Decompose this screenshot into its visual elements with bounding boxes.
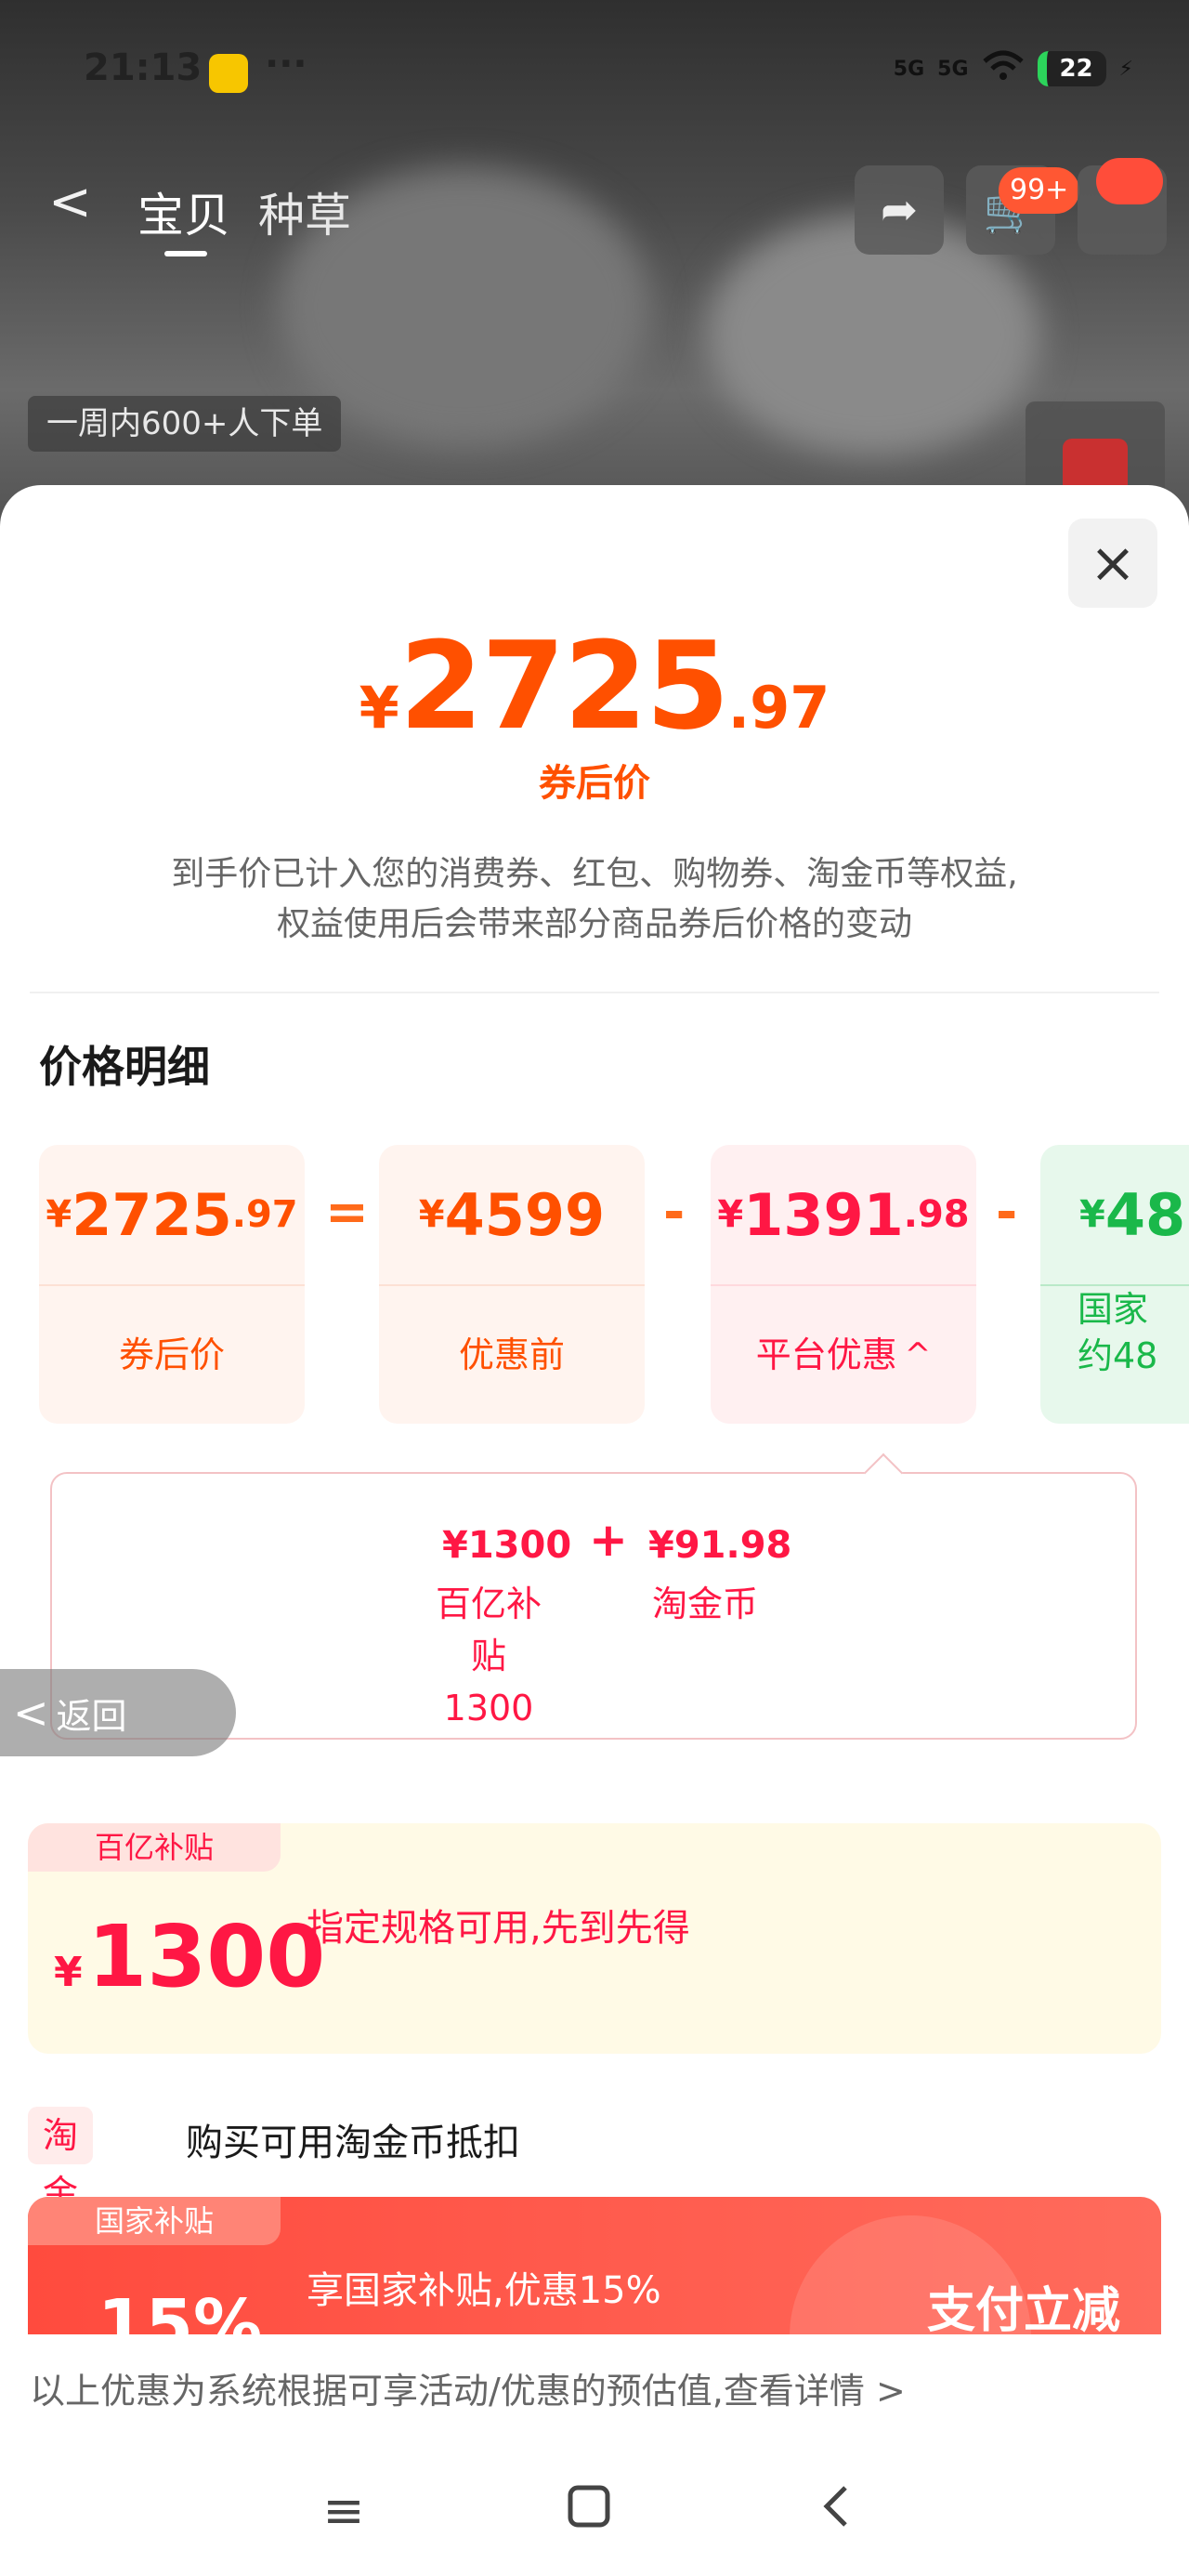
currency-symbol: ¥: [717, 1193, 744, 1236]
price-note-line: 到手价已计入您的消费券、红包、购物券、淘金币等权益,: [171, 855, 1018, 893]
battery-icon: 22: [1037, 51, 1106, 86]
tab-product[interactable]: 宝贝: [137, 178, 230, 245]
card-price: ¥48: [1040, 1145, 1189, 1284]
currency-symbol: ¥: [54, 1949, 83, 1996]
cart-count-badge: 99+: [999, 167, 1080, 214]
floating-back-button[interactable]: < 返回: [0, 1669, 236, 1756]
card-label-text: 平台优惠: [755, 1334, 897, 1375]
subsidy-desc: 指定规格可用,先到先得: [307, 1907, 690, 1950]
breakdown-card-after-coupon: ¥2725.97 券后价: [39, 1145, 305, 1424]
card-label-sub: 约48: [1078, 1335, 1158, 1376]
currency-symbol: ¥: [418, 1193, 445, 1236]
coin-tag: 淘金币: [28, 2107, 94, 2271]
price-detail-sheet: × ¥2725.97 券后价 到手价已计入您的消费券、红包、购物券、淘金币等权益…: [0, 485, 1189, 2576]
coin-amount: ¥91.98: [648, 1524, 792, 1567]
subsidy-label-sub: 1300: [443, 1688, 534, 1728]
currency-symbol: ¥: [1079, 1193, 1105, 1236]
card-price: ¥2725.97: [39, 1145, 305, 1284]
breakdown-card-original: ¥4599 优惠前: [379, 1145, 645, 1424]
price-note: 到手价已计入您的消费券、红包、购物券、淘金币等权益, 权益使用后会带来部分商品券…: [0, 849, 1189, 950]
price-integer: 4599: [444, 1180, 606, 1249]
more-notifications-icon: ···: [265, 43, 307, 85]
subsidy-label-text: 百亿补贴: [435, 1584, 542, 1676]
tab-indicator: [164, 251, 207, 256]
breakdown-card-national-subsidy[interactable]: ¥48 国家 约48: [1040, 1145, 1189, 1424]
price-integer: 48: [1104, 1180, 1186, 1249]
status-indicators: 5G 5G 22 ⚡: [894, 50, 1133, 87]
currency-symbol: ¥: [46, 1193, 72, 1236]
chevron-left-icon: <: [13, 1688, 49, 1738]
card-label: 平台优惠 ^: [711, 1286, 976, 1424]
share-button[interactable]: ➦: [855, 165, 944, 255]
price-decimal: .97: [727, 674, 830, 742]
minus-operator: -: [663, 1182, 686, 1242]
back-label: 返回: [56, 1695, 127, 1737]
home-icon[interactable]: [561, 2483, 617, 2539]
price-decimal: .97: [231, 1193, 298, 1236]
signal-icon: 5G: [937, 57, 969, 81]
status-time: 21:13: [84, 46, 203, 89]
subsidy-value: 1300: [87, 1907, 326, 2006]
subsidy-tag: 百亿补贴: [28, 1823, 281, 1872]
coin-label: 淘金币: [652, 1584, 759, 1624]
price-note-line: 权益使用后会带来部分商品券后价格的变动: [276, 905, 912, 943]
product-page-background: 21:13 ··· 5G 5G 22 ⚡ < 宝贝 种草 ➦ 🛒 99+ 一周内…: [0, 0, 1189, 520]
currency-symbol: ¥: [359, 674, 399, 742]
final-price-label: 券后价: [539, 762, 650, 805]
signal-icon: 5G: [893, 57, 925, 81]
price-integer: 2725: [72, 1180, 232, 1249]
close-button[interactable]: ×: [1068, 519, 1157, 608]
app-notification-icon: [209, 54, 248, 93]
back-arrow-icon[interactable]: <: [48, 177, 92, 229]
sales-chip: 一周内600+人下单: [28, 396, 342, 452]
wifi-icon: [982, 50, 1025, 87]
plus-operator: +: [589, 1513, 628, 1567]
price-integer: 2725: [399, 615, 730, 756]
system-back-icon[interactable]: [808, 2483, 864, 2539]
subsidy-card[interactable]: 百亿补贴 ¥ 1300 指定规格可用,先到先得: [28, 1823, 1161, 2054]
section-title: 价格明细: [39, 1042, 210, 1092]
price-decimal: .98: [903, 1193, 970, 1236]
message-icon: [1096, 158, 1163, 204]
card-price: ¥1391.98: [711, 1145, 976, 1284]
status-bar: 21:13 ··· 5G 5G 22 ⚡: [84, 43, 1133, 102]
menu-icon[interactable]: ≡: [316, 2483, 372, 2539]
coin-desc: 购买可用淘金币抵扣: [186, 2122, 520, 2164]
subsidy-price: ¥ 1300: [54, 1907, 325, 2006]
divider: [30, 992, 1159, 993]
close-icon: ×: [1089, 531, 1137, 596]
subsidy-amount: ¥1300: [442, 1524, 572, 1567]
sheet-footer: 以上优惠为系统根据可享活动/优惠的预估值,查看详情 > ≡: [0, 2334, 1189, 2576]
minus-operator: -: [996, 1182, 1018, 1242]
top-nav: < 宝贝 种草 ➦ 🛒 99+: [0, 158, 1189, 269]
tab-seeding[interactable]: 种草: [258, 178, 351, 245]
breakdown-card-platform-discount[interactable]: ¥1391.98 平台优惠 ^: [711, 1145, 976, 1424]
subsidy-label: 百亿补贴 1300: [424, 1578, 554, 1734]
card-label-text: 国家: [1078, 1289, 1149, 1330]
card-label: 国家 约48: [1040, 1286, 1189, 1424]
final-price: ¥2725.97: [0, 615, 1189, 756]
price-integer: 1391: [743, 1180, 904, 1249]
national-tag: 国家补贴: [28, 2197, 281, 2245]
card-price: ¥4599: [379, 1145, 645, 1284]
charging-icon: ⚡: [1118, 57, 1133, 81]
details-link[interactable]: 以上优惠为系统根据可享活动/优惠的预估值,查看详情 >: [30, 2362, 906, 2413]
card-label: 优惠前: [458, 1334, 565, 1375]
card-label: 券后价: [118, 1334, 225, 1375]
share-icon: ➦: [880, 184, 919, 236]
pay-discount-label: 支付立减: [927, 2283, 1121, 2339]
equals-operator: =: [325, 1182, 369, 1242]
chevron-up-icon: ^: [904, 1336, 932, 1373]
national-desc: 享国家补贴,优惠15%: [307, 2269, 661, 2312]
popover-tail: [863, 1452, 904, 1493]
